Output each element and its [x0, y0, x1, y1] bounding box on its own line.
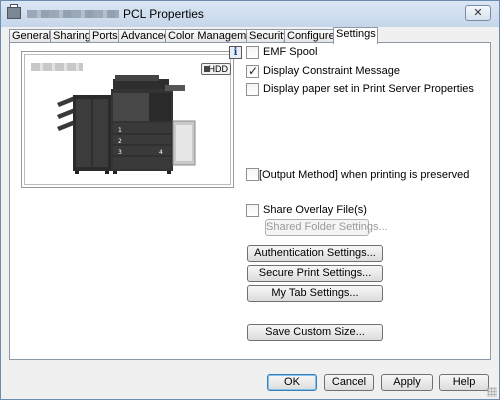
output-method-checkbox[interactable]: [246, 168, 259, 181]
tab-advanced[interactable]: Advanced: [118, 29, 170, 43]
save-custom-size-button[interactable]: Save Custom Size...: [247, 324, 383, 341]
output-method-label: [Output Method] when printing is preserv…: [259, 169, 470, 181]
my-tab-settings-button[interactable]: My Tab Settings...: [247, 285, 383, 302]
tab-configure[interactable]: Configure: [284, 29, 335, 43]
tray-number-3: 3: [118, 149, 122, 156]
apply-button[interactable]: Apply: [381, 374, 433, 391]
tab-sharing[interactable]: Sharing: [50, 29, 91, 43]
info-icon[interactable]: i: [229, 46, 242, 59]
printer-icon: [7, 4, 21, 19]
display-constraint-checkbox[interactable]: [246, 64, 259, 78]
tab-settings[interactable]: Settings: [333, 27, 378, 44]
printer-preview: HDD 1 2 3 4: [21, 51, 234, 188]
tray-number-4: 4: [159, 149, 163, 156]
redacted-printer-name: [27, 10, 119, 18]
title-bar[interactable]: PCL Properties ✕: [1, 1, 499, 27]
display-constraint-label: Display Constraint Message: [263, 65, 400, 77]
share-overlay-checkbox[interactable]: [246, 204, 259, 217]
authentication-settings-button[interactable]: Authentication Settings...: [247, 245, 383, 262]
tab-ports[interactable]: Ports: [89, 29, 119, 43]
display-paper-set-checkbox[interactable]: [246, 83, 259, 96]
shared-folder-settings-button[interactable]: Shared Folder Settings...: [265, 219, 388, 236]
secure-print-settings-button[interactable]: Secure Print Settings...: [247, 265, 383, 282]
emf-spool-label: EMF Spool: [263, 46, 318, 58]
share-overlay-label: Share Overlay File(s): [263, 204, 367, 216]
close-button[interactable]: ✕: [465, 5, 491, 21]
tray-number-1: 1: [118, 127, 122, 134]
display-paper-set-label: Display paper set in Print Server Proper…: [263, 83, 474, 95]
printer-illustration: 1 2 3 4: [57, 75, 196, 174]
resize-grip[interactable]: [487, 387, 497, 397]
cancel-button[interactable]: Cancel: [324, 374, 374, 391]
tab-security[interactable]: Security: [246, 29, 289, 43]
emf-spool-checkbox[interactable]: [246, 46, 259, 59]
properties-window: PCL Properties ✕ General Sharing Ports A…: [0, 0, 500, 400]
help-button[interactable]: Help: [439, 374, 489, 391]
redacted-model-name: [31, 63, 83, 71]
window-title: PCL Properties: [123, 7, 204, 21]
ok-button[interactable]: OK: [267, 374, 317, 391]
tray-number-2: 2: [118, 138, 122, 145]
tab-general[interactable]: General: [9, 29, 51, 43]
tab-color-management[interactable]: Color Management: [165, 29, 262, 43]
